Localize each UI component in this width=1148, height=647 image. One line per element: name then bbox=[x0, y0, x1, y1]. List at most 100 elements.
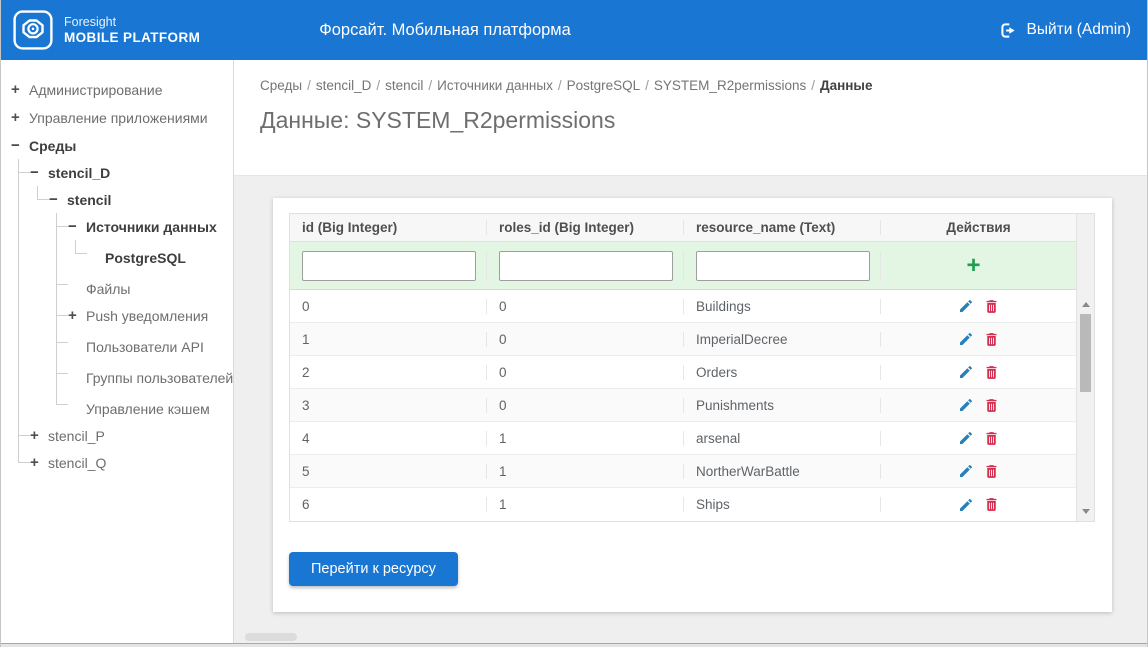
edit-button[interactable] bbox=[958, 497, 974, 513]
trash-icon bbox=[986, 431, 996, 445]
table-row[interactable]: 0 0 Buildings bbox=[290, 290, 1076, 323]
sidebar: + Администрирование + Управление приложе… bbox=[1, 60, 234, 647]
collapse-icon[interactable]: − bbox=[11, 133, 27, 159]
sidebar-item-stencil-p[interactable]: + stencil_P bbox=[30, 423, 105, 449]
page-header: Среды / stencil_D / stencil / Источники данных… bbox=[234, 60, 1147, 176]
collapse-icon[interactable]: − bbox=[68, 214, 84, 240]
sidebar-item-app-management[interactable]: + Управление приложениями bbox=[11, 105, 208, 131]
trash-icon bbox=[986, 464, 996, 478]
foresight-logo-icon bbox=[13, 10, 53, 50]
sidebar-item-files[interactable]: Файлы bbox=[68, 276, 131, 302]
tree-node: + Push уведомления bbox=[56, 302, 233, 329]
delete-button[interactable] bbox=[983, 397, 1000, 414]
data-grid: id (Big Integer) roles_id (Big Integer) … bbox=[289, 213, 1095, 522]
collapse-icon[interactable]: − bbox=[30, 160, 46, 186]
filter-input-resource-name[interactable] bbox=[696, 250, 870, 281]
expand-icon[interactable]: + bbox=[30, 423, 46, 449]
cell-roles-id: 1 bbox=[487, 430, 684, 446]
collapse-icon[interactable]: − bbox=[49, 187, 65, 213]
tree-node: Управление кэшем bbox=[56, 391, 233, 422]
pencil-icon bbox=[959, 300, 972, 312]
triangle-down-icon bbox=[1081, 508, 1090, 514]
sidebar-item-data-sources[interactable]: − Источники данных bbox=[68, 214, 217, 240]
cell-roles-id: 0 bbox=[487, 397, 684, 413]
table-row[interactable]: 5 1 NortherWarBattle bbox=[290, 455, 1076, 488]
sidebar-item-user-groups[interactable]: Группы пользователей bbox=[68, 365, 233, 391]
trash-icon bbox=[986, 365, 996, 379]
tree-node: + Администрирование bbox=[11, 76, 233, 103]
breadcrumb-environments[interactable]: Среды bbox=[260, 78, 302, 93]
tree-node: + Управление приложениями bbox=[11, 104, 233, 131]
sidebar-item-stencil-d[interactable]: − stencil_D bbox=[30, 160, 111, 186]
breadcrumb-stencil-d[interactable]: stencil_D bbox=[316, 78, 372, 93]
delete-button[interactable] bbox=[983, 430, 1000, 447]
sidebar-item-stencil[interactable]: − stencil bbox=[49, 187, 112, 213]
horizontal-scrollbar-thumb[interactable] bbox=[245, 633, 297, 641]
cell-resource-name: arsenal bbox=[684, 430, 881, 446]
trash-icon bbox=[986, 299, 996, 313]
edit-button[interactable] bbox=[958, 397, 974, 413]
logo-line1: Foresight bbox=[64, 15, 117, 29]
column-header-resource-name[interactable]: resource_name (Text) bbox=[684, 220, 881, 235]
edit-button[interactable] bbox=[958, 430, 974, 446]
table-row[interactable]: 6 1 Ships bbox=[290, 488, 1076, 521]
sidebar-item-api-users[interactable]: Пользователи API bbox=[68, 334, 204, 360]
sidebar-item-administration[interactable]: + Администрирование bbox=[11, 77, 163, 103]
cell-id: 0 bbox=[290, 298, 487, 314]
add-row-button[interactable]: + bbox=[966, 254, 980, 278]
table-row[interactable]: 2 0 Orders bbox=[290, 356, 1076, 389]
sidebar-item-cache-management[interactable]: Управление кэшем bbox=[68, 396, 210, 422]
breadcrumb-data-sources[interactable]: Источники данных bbox=[437, 78, 553, 93]
filter-input-roles-id[interactable] bbox=[499, 250, 673, 281]
cell-resource-name: ImperialDecree bbox=[684, 331, 881, 347]
main-area: Среды / stencil_D / stencil / Источники данных… bbox=[234, 60, 1147, 647]
edit-button[interactable] bbox=[958, 298, 974, 314]
filter-input-id[interactable] bbox=[302, 250, 476, 281]
cell-id: 6 bbox=[290, 497, 487, 512]
breadcrumb-stencil[interactable]: stencil bbox=[385, 78, 423, 93]
column-header-roles-id[interactable]: roles_id (Big Integer) bbox=[487, 220, 684, 235]
scroll-up-arrow[interactable] bbox=[1077, 296, 1094, 312]
sidebar-item-stencil-q[interactable]: + stencil_Q bbox=[30, 450, 107, 476]
edit-button[interactable] bbox=[958, 463, 974, 479]
scrollbar-thumb[interactable] bbox=[1080, 314, 1091, 392]
delete-button[interactable] bbox=[983, 298, 1000, 315]
expand-icon[interactable]: + bbox=[11, 77, 27, 103]
grid-filter-row: + bbox=[290, 242, 1076, 290]
edit-button[interactable] bbox=[958, 364, 974, 380]
cell-resource-name: Orders bbox=[684, 364, 881, 380]
expand-icon[interactable]: + bbox=[30, 450, 46, 476]
delete-button[interactable] bbox=[983, 364, 1000, 381]
pencil-icon bbox=[959, 333, 972, 345]
grid-header-row: id (Big Integer) roles_id (Big Integer) … bbox=[290, 214, 1076, 242]
table-row[interactable]: 4 1 arsenal bbox=[290, 422, 1076, 455]
logo-line2: MOBILE PLATFORM bbox=[64, 30, 201, 45]
tree-node: Группы пользователей bbox=[56, 360, 233, 391]
goto-resource-button[interactable]: Перейти к ресурсу bbox=[289, 552, 458, 586]
cell-resource-name: Ships bbox=[684, 497, 881, 512]
edit-button[interactable] bbox=[958, 331, 974, 347]
table-row[interactable]: 1 0 ImperialDecree bbox=[290, 323, 1076, 356]
breadcrumb-table[interactable]: SYSTEM_R2permissions bbox=[654, 78, 806, 93]
tree-node: PostgreSQL bbox=[75, 240, 233, 271]
expand-icon[interactable]: + bbox=[11, 105, 27, 131]
sidebar-item-push-notifications[interactable]: + Push уведомления bbox=[68, 303, 209, 329]
sidebar-item-postgresql[interactable]: PostgreSQL bbox=[87, 245, 186, 271]
pencil-icon bbox=[959, 366, 972, 378]
cell-resource-name: Buildings bbox=[684, 298, 881, 314]
table-scrollbar[interactable] bbox=[1076, 214, 1094, 521]
sidebar-item-environments[interactable]: − Среды bbox=[11, 133, 77, 159]
breadcrumb-postgresql[interactable]: PostgreSQL bbox=[567, 78, 641, 93]
pencil-icon bbox=[959, 465, 972, 477]
delete-button[interactable] bbox=[983, 331, 1000, 348]
tree-node: − Источники данных PostgreSQL bbox=[56, 213, 233, 271]
delete-button[interactable] bbox=[983, 463, 1000, 480]
expand-icon[interactable]: + bbox=[68, 303, 84, 329]
logout-button[interactable]: Выйти (Admin) bbox=[999, 0, 1131, 60]
delete-button[interactable] bbox=[983, 496, 1000, 513]
scroll-down-arrow[interactable] bbox=[1077, 503, 1094, 519]
column-header-id[interactable]: id (Big Integer) bbox=[290, 220, 487, 235]
trash-icon bbox=[986, 332, 996, 346]
table-row[interactable]: 3 0 Punishments bbox=[290, 389, 1076, 422]
cell-roles-id: 1 bbox=[487, 463, 684, 479]
